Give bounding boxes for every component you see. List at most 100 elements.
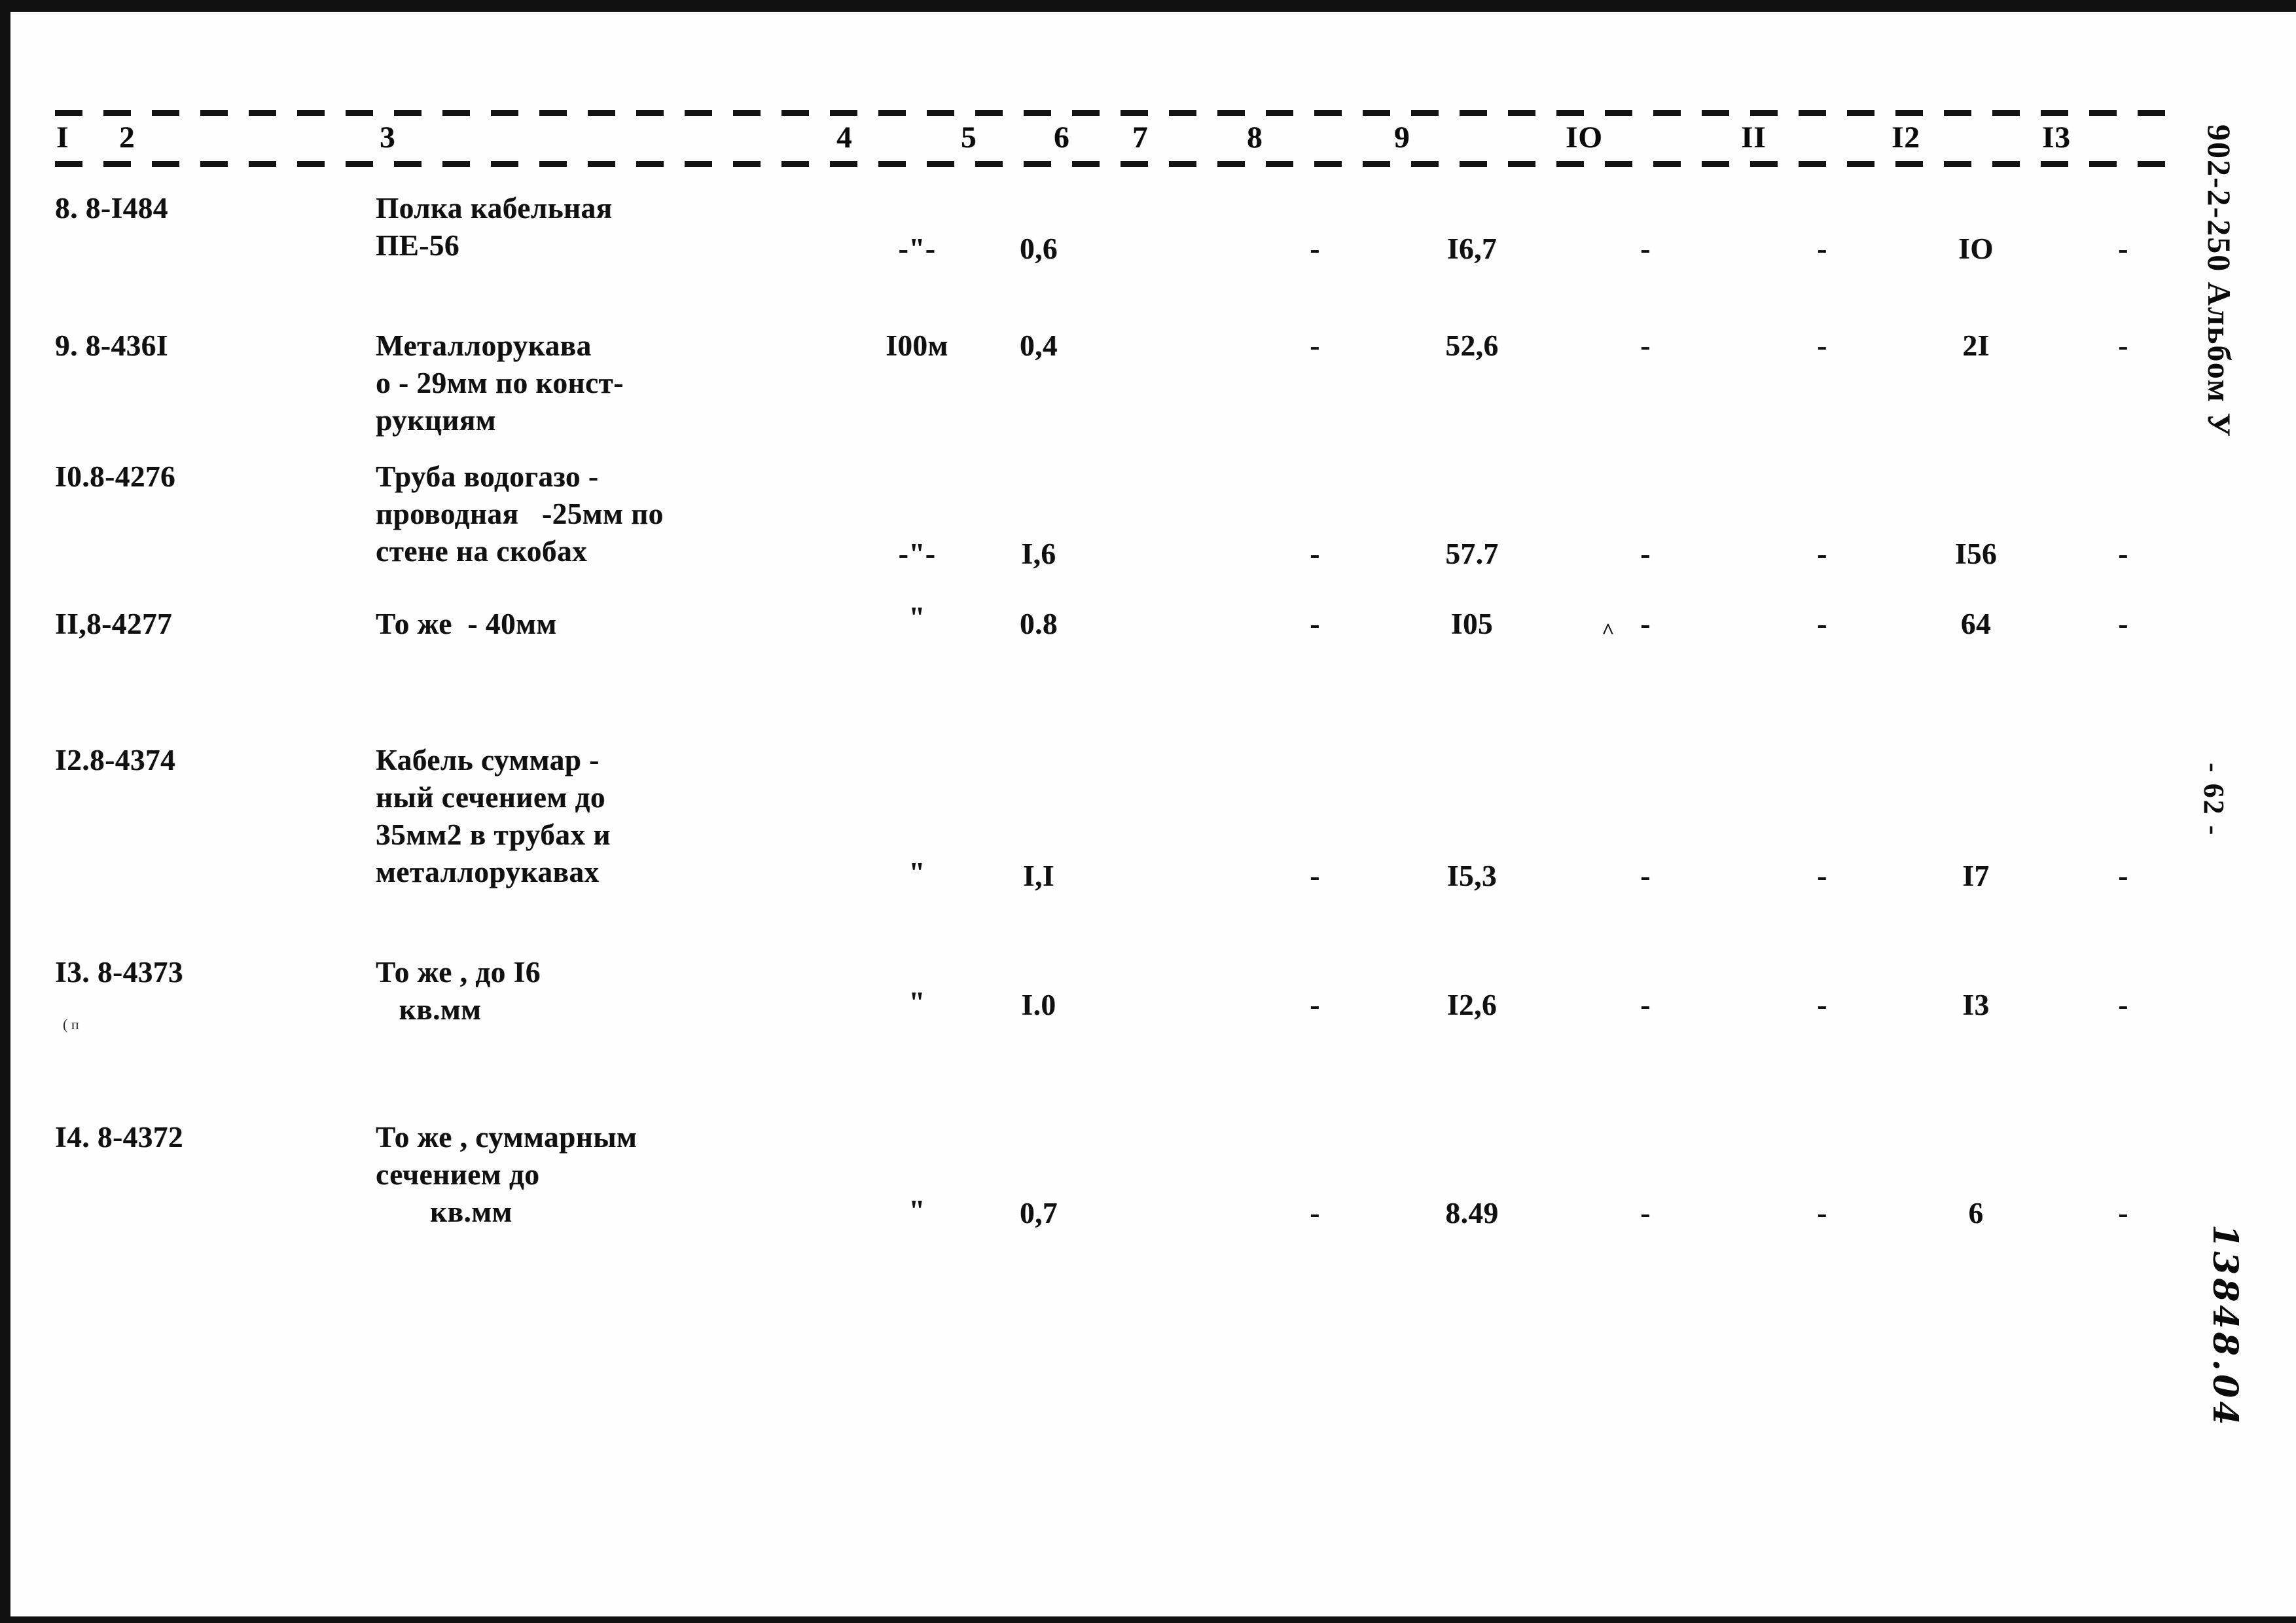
row-unit: " <box>908 601 925 634</box>
specification-table: 8. 8-I484 Полка кабельная ПЕ-56 -"- 0,6 … <box>55 190 2162 1273</box>
scan-border-top <box>0 0 2296 12</box>
table-row: 8. 8-I484 Полка кабельная ПЕ-56 -"- 0,6 … <box>55 190 2162 327</box>
caret-mark: ^ <box>1602 619 1615 644</box>
row-value-9: I2,6 <box>1446 989 1498 1021</box>
column-header-1: I <box>56 120 69 155</box>
row-value-11: - <box>1817 1197 1827 1230</box>
column-header-10: IO <box>1566 120 1603 155</box>
row-value-8: - <box>1310 538 1320 570</box>
row-value-10: - <box>1640 538 1651 570</box>
row-unit: I00м <box>886 329 948 362</box>
row-position-code: I4. 8-4372 <box>55 1121 183 1154</box>
table-row: I3. 8-4373 То же , до I6 кв.мм " I.0 - I… <box>55 939 2162 1103</box>
table-row: I4. 8-4372 То же , суммарным сечением до… <box>55 1103 2162 1273</box>
header-rule-top <box>55 110 2174 116</box>
scan-border-left <box>0 0 10 1623</box>
row-description: Труба водогазо - проводная -25мм по стен… <box>376 460 664 568</box>
row-value-13: - <box>2118 608 2128 640</box>
row-value-9: I6,7 <box>1446 232 1498 265</box>
row-value-12: I7 <box>1962 860 1990 892</box>
row-description: Кабель суммар - ный сечением до 35мм2 в … <box>376 744 611 888</box>
row-description: Полка кабельная ПЕ-56 <box>376 192 613 262</box>
row-value-8: - <box>1310 860 1320 892</box>
row-value-12: I56 <box>1954 538 1998 570</box>
row-value-8: - <box>1310 232 1320 265</box>
table-row: II,8-4277 То же - 40мм " 0.8 - I05 - - 6… <box>55 593 2162 730</box>
row-description: Металлорукава о - 29мм по конст- рукциям <box>376 329 624 437</box>
row-value-9: I5,3 <box>1446 860 1498 892</box>
row-unit: -"- <box>898 538 936 570</box>
row-position-code: 9. 8-436I <box>55 329 168 362</box>
column-header-3: 3 <box>380 120 396 155</box>
row-value-11: - <box>1817 860 1827 892</box>
row-value-13: - <box>2118 860 2128 892</box>
row-position-code: 8. 8-I484 <box>55 192 168 225</box>
row-value-13: - <box>2118 989 2128 1021</box>
column-header-2: 2 <box>119 120 135 155</box>
row-value-5: 0,6 <box>1019 232 1058 265</box>
row-value-11: - <box>1817 538 1827 570</box>
row-value-9: 8.49 <box>1445 1197 1499 1230</box>
row-position-code: I0.8-4276 <box>55 460 176 493</box>
row-value-12: 64 <box>1960 608 1992 640</box>
column-header-7: 7 <box>1132 120 1149 155</box>
column-header-8: 8 <box>1247 120 1263 155</box>
row-value-9: I05 <box>1450 608 1494 640</box>
row-value-8: - <box>1310 989 1320 1021</box>
column-header-6: 6 <box>1054 120 1070 155</box>
row-position-code: I3. 8-4373 <box>55 956 183 989</box>
row-value-5: I.0 <box>1021 989 1056 1021</box>
row-value-10: - <box>1640 232 1651 265</box>
scan-border-bottom <box>0 1616 2296 1623</box>
row-value-8: - <box>1310 1197 1320 1230</box>
table-row: I0.8-4276 Труба водогазо - проводная -25… <box>55 458 2162 593</box>
column-header-12: I2 <box>1892 120 1920 155</box>
row-value-13: - <box>2118 538 2128 570</box>
table-row: I2.8-4374 Кабель суммар - ный сечением д… <box>55 730 2162 939</box>
row-value-11: - <box>1817 608 1827 640</box>
row-position-code: I2.8-4374 <box>55 744 176 776</box>
row-unit: " <box>908 856 925 889</box>
row-value-13: - <box>2118 232 2128 265</box>
column-header-11: II <box>1741 120 1767 155</box>
row-value-10: - <box>1640 860 1651 892</box>
row-description: То же - 40мм <box>376 608 557 640</box>
column-header-4: 4 <box>836 120 853 155</box>
row-unit: -"- <box>898 232 936 265</box>
row-value-5: 0.8 <box>1019 608 1058 640</box>
row-value-5: I,6 <box>1021 538 1056 570</box>
smudge-mark: ( п <box>63 1016 79 1032</box>
header-rule-bottom <box>55 161 2174 167</box>
document-code-stamp: 902-2-250 Альбом У <box>2201 124 2238 439</box>
row-value-5: 0,4 <box>1019 329 1058 362</box>
row-position-code: II,8-4277 <box>55 608 173 640</box>
row-value-10: - <box>1640 989 1651 1021</box>
row-description: То же , суммарным сечением до кв.мм <box>376 1121 637 1228</box>
row-value-10: - <box>1640 329 1651 362</box>
row-value-10: - <box>1640 1197 1651 1230</box>
column-header-13: I3 <box>2042 120 2071 155</box>
row-value-9: 52,6 <box>1445 329 1499 362</box>
column-header-9: 9 <box>1394 120 1410 155</box>
scanned-document-page: I 2 3 4 5 6 7 8 9 IO II I2 I3 8. 8-I484 … <box>0 0 2296 1623</box>
row-value-8: - <box>1310 329 1320 362</box>
row-value-8: - <box>1310 608 1320 640</box>
row-unit: " <box>908 1194 925 1227</box>
row-value-9: 57.7 <box>1445 538 1499 570</box>
row-value-5: I,I <box>1022 860 1055 892</box>
row-description: То же , до I6 кв.мм <box>376 956 541 1026</box>
column-header-5: 5 <box>961 120 977 155</box>
row-value-13: - <box>2118 1197 2128 1230</box>
page-number-stamp: - 62 - <box>2198 763 2230 837</box>
table-row: 9. 8-436I Металлорукава о - 29мм по конс… <box>55 327 2162 458</box>
row-value-12: IO <box>1958 232 1994 265</box>
row-value-12: 2I <box>1962 329 1990 362</box>
row-value-12: 6 <box>1968 1197 1984 1230</box>
row-value-12: I3 <box>1962 989 1990 1021</box>
handwritten-mark: 13848.04 <box>2205 1224 2245 1429</box>
row-value-11: - <box>1817 329 1827 362</box>
row-value-11: - <box>1817 232 1827 265</box>
row-unit: " <box>908 986 925 1019</box>
row-value-13: - <box>2118 329 2128 362</box>
row-value-5: 0,7 <box>1019 1197 1058 1230</box>
